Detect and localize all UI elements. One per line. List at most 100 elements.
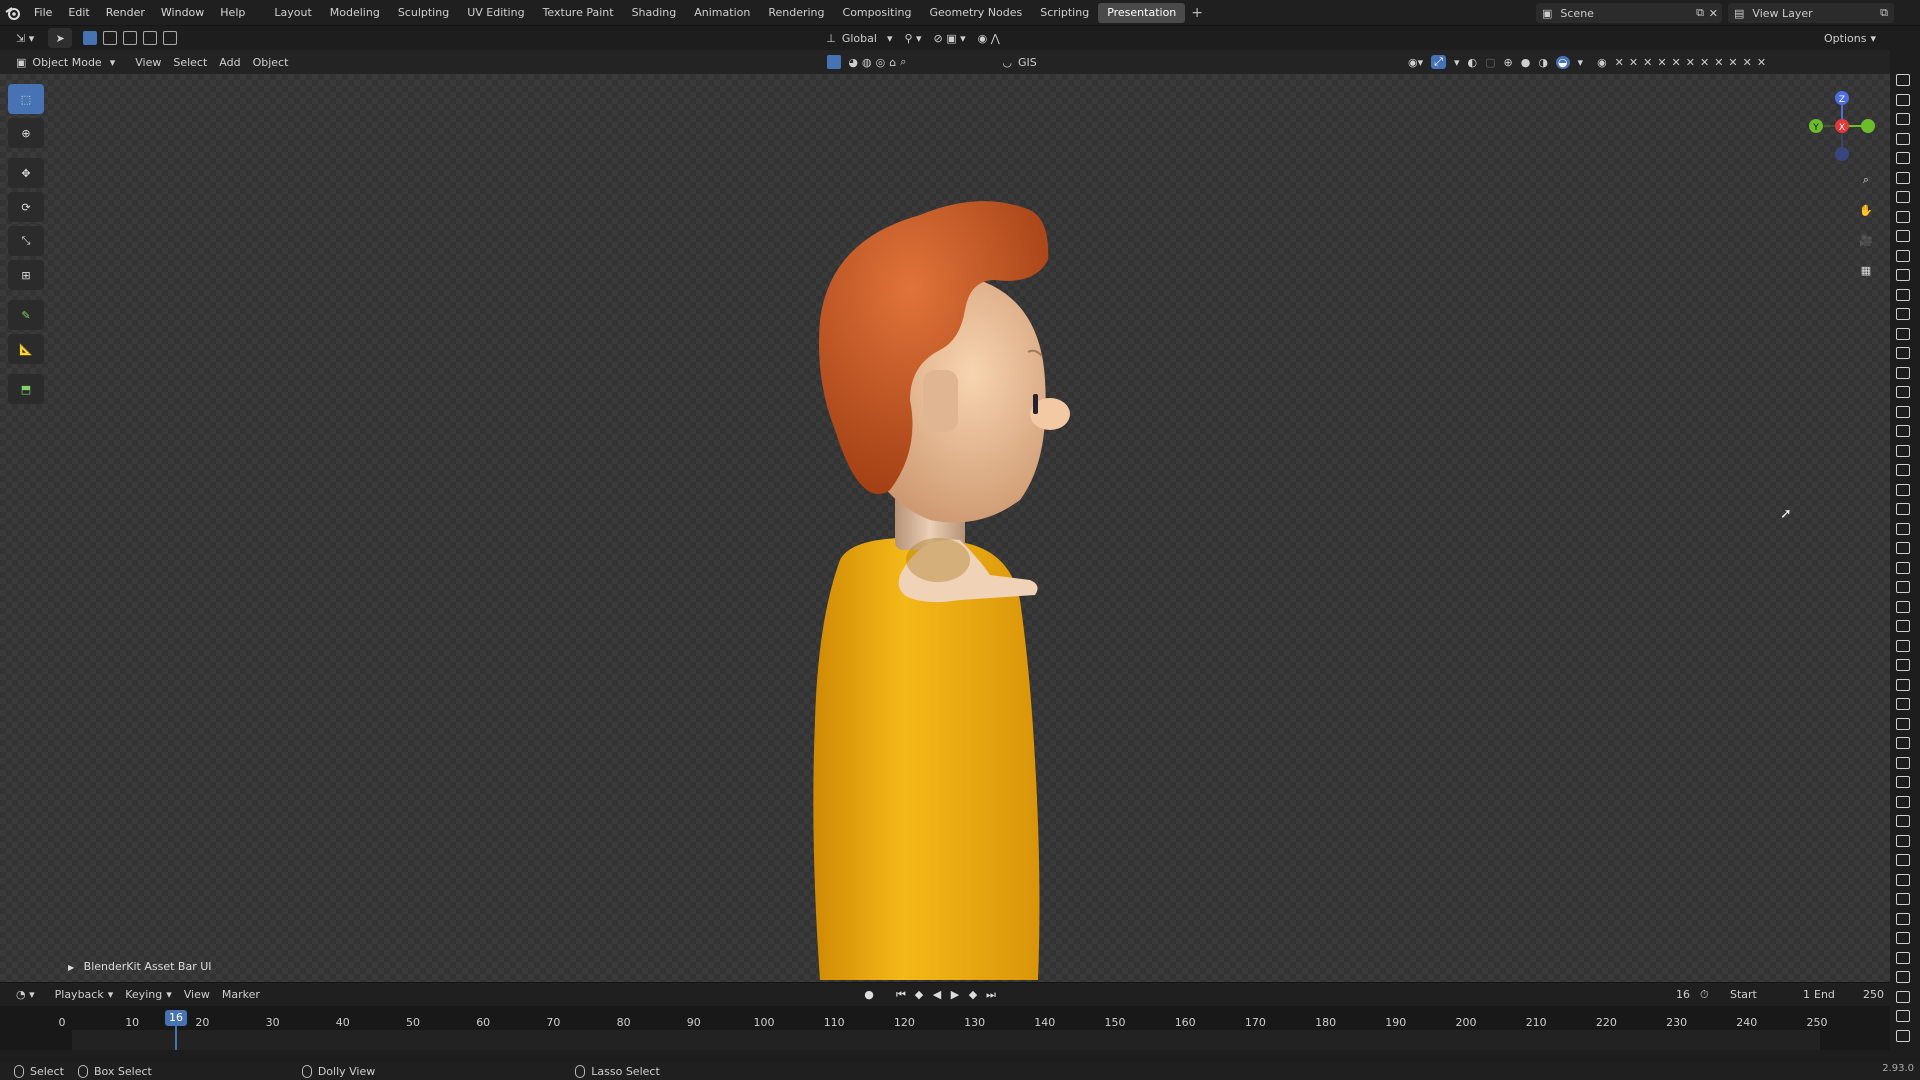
menu-window[interactable]: Window (153, 0, 212, 26)
chevron-down-icon[interactable]: ▾ (1578, 56, 1584, 69)
camera-render-icon[interactable] (1896, 581, 1910, 593)
scale-icon[interactable]: ⤡ (8, 226, 44, 256)
tab-geometry-nodes[interactable]: Geometry Nodes (920, 3, 1031, 23)
camera-render-icon[interactable] (1896, 854, 1910, 866)
blender-logo-icon[interactable] (0, 0, 26, 26)
menu-help[interactable]: Help (212, 0, 253, 26)
world-icon[interactable]: ◎ (876, 56, 886, 69)
camera-render-icon[interactable] (1896, 191, 1910, 203)
camera-render-icon[interactable] (1896, 132, 1910, 145)
object-mode-dropdown[interactable]: ▣ Object Mode ▾ (10, 52, 121, 72)
material-icon[interactable]: ◍ (862, 56, 872, 69)
move-icon[interactable]: ✥ (8, 158, 44, 188)
tab-presentation[interactable]: Presentation (1098, 2, 1186, 23)
camera-render-icon[interactable] (1896, 873, 1910, 886)
annotate-icon[interactable]: ✎ (8, 300, 44, 330)
pivot-point-icon[interactable]: ⚲ ▾ (898, 28, 927, 48)
camera-render-icon[interactable] (1896, 444, 1910, 457)
playback-menu[interactable]: Playback ▾ (49, 985, 120, 1005)
play-icon[interactable]: ▶ (948, 988, 962, 1002)
new-scene-icon[interactable]: ⧉ (1696, 6, 1704, 20)
camera-render-icon[interactable] (1896, 210, 1910, 223)
menu-file[interactable]: File (26, 0, 60, 26)
camera-render-icon[interactable] (1896, 717, 1910, 730)
keying-menu[interactable]: Keying ▾ (119, 985, 177, 1005)
navigation-gizmo[interactable]: Z Y X (1800, 84, 1884, 168)
camera-render-icon[interactable] (1896, 737, 1910, 749)
tab-sculpting[interactable]: Sculpting (389, 3, 458, 23)
record-icon[interactable]: ● (862, 988, 876, 1002)
end-frame-field[interactable]: End 250 (1814, 988, 1884, 1001)
camera-render-icon[interactable] (1896, 795, 1910, 808)
camera-render-icon[interactable] (1896, 990, 1910, 1003)
sphere-icon[interactable]: ◕ (848, 56, 858, 69)
camera-render-icon[interactable] (1896, 912, 1910, 925)
material-shading-icon[interactable]: ◑ (1538, 56, 1548, 69)
rotate-icon[interactable]: ⟳ (8, 192, 44, 222)
tab-layout[interactable]: Layout (265, 3, 320, 23)
snap-icon[interactable]: ⊘ ▣ ▾ (928, 28, 972, 48)
playhead[interactable]: 16 (165, 1010, 187, 1026)
scene-selector[interactable]: ▣ Scene ⧉ ✕ (1536, 3, 1722, 23)
gis-menu[interactable]: ◡ GIS (996, 52, 1042, 72)
options-dropdown[interactable]: Options ▾ (1818, 28, 1882, 48)
tab-texture-paint[interactable]: Texture Paint (534, 3, 623, 23)
solid-shading-icon[interactable]: ● (1521, 56, 1531, 69)
menu-render[interactable]: Render (98, 0, 153, 26)
proportional-edit-icon[interactable]: ◉ ⋀ (972, 28, 1006, 48)
menu-add[interactable]: Add (213, 52, 246, 72)
camera-render-icon[interactable] (1896, 561, 1910, 574)
camera-render-icon[interactable] (1896, 74, 1910, 86)
camera-render-icon[interactable] (1896, 932, 1910, 944)
camera-render-icon[interactable] (1896, 249, 1910, 262)
clock-editor-icon[interactable]: ◔ ▾ (10, 985, 41, 1005)
camera-render-icon[interactable] (1896, 269, 1910, 281)
cursor-icon[interactable]: ⊕ (8, 118, 44, 148)
camera-render-icon[interactable] (1896, 425, 1910, 437)
camera-render-icon[interactable] (1896, 834, 1910, 847)
camera-render-icon[interactable] (1896, 951, 1910, 964)
editor-type-icon[interactable]: ⇲ ▾ (10, 28, 40, 48)
stopwatch-icon[interactable]: ⏱ (1700, 988, 1709, 1002)
camera-render-icon[interactable] (1896, 366, 1910, 379)
tab-scripting[interactable]: Scripting (1031, 3, 1098, 23)
camera-render-icon[interactable] (1896, 639, 1910, 652)
select-mode-icon[interactable] (827, 55, 842, 69)
select-new-icon[interactable] (83, 31, 98, 45)
transform-icon[interactable]: ⊞ (8, 260, 44, 290)
jump-keyframe-back-icon[interactable]: ◆ (912, 988, 926, 1002)
menu-view[interactable]: View (129, 52, 167, 72)
camera-render-icon[interactable] (1896, 620, 1910, 632)
camera-render-icon[interactable] (1896, 815, 1910, 827)
visibility-icon[interactable]: ◉▾ (1408, 56, 1423, 69)
select-subtract-icon[interactable] (123, 31, 138, 45)
camera-render-icon[interactable] (1896, 971, 1910, 983)
grid-icon[interactable]: ▦ (1852, 256, 1880, 284)
hide-icon[interactable]: ◉ (1597, 56, 1607, 69)
gizmo-icon[interactable]: ⤢ (1431, 55, 1446, 69)
lock-icon[interactable]: ⌂ (889, 56, 896, 69)
add-workspace-button[interactable]: + (1185, 5, 1209, 21)
camera-render-icon[interactable] (1896, 288, 1910, 301)
view-layer-selector[interactable]: ▤ View Layer ⧉ (1728, 3, 1894, 23)
camera-render-icon[interactable] (1896, 93, 1910, 106)
hand-pan-icon[interactable]: ✋ (1852, 196, 1880, 224)
camera-render-icon[interactable] (1896, 1010, 1910, 1022)
measure-icon[interactable]: 📐 (8, 334, 44, 364)
xray-icon[interactable]: ▢ (1485, 56, 1495, 69)
camera-render-icon[interactable] (1896, 113, 1910, 125)
play-reverse-icon[interactable]: ◀ (930, 988, 944, 1002)
camera-render-icon[interactable] (1896, 678, 1910, 691)
zoom-icon[interactable]: ⌕ (1852, 166, 1880, 194)
timeline-track[interactable]: 0 10 20 30 40 50 60 70 80 90 100 110 120 130 140 150 160… (0, 1006, 1890, 1050)
tab-compositing[interactable]: Compositing (834, 3, 921, 23)
camera-render-icon[interactable] (1896, 230, 1910, 242)
select-box-icon[interactable]: ➤ (48, 28, 73, 48)
camera-render-icon[interactable] (1896, 756, 1910, 769)
overlays-icon[interactable]: ◐ (1467, 56, 1477, 69)
filter-icons[interactable]: ✕✕✕✕✕✕✕✕✕✕✕ (1615, 56, 1771, 69)
camera-render-icon[interactable] (1896, 659, 1910, 671)
camera-render-icon[interactable] (1896, 542, 1910, 554)
jump-start-icon[interactable]: ⏮ (894, 988, 908, 1002)
add-cube-icon[interactable]: ⬒ (8, 374, 44, 404)
